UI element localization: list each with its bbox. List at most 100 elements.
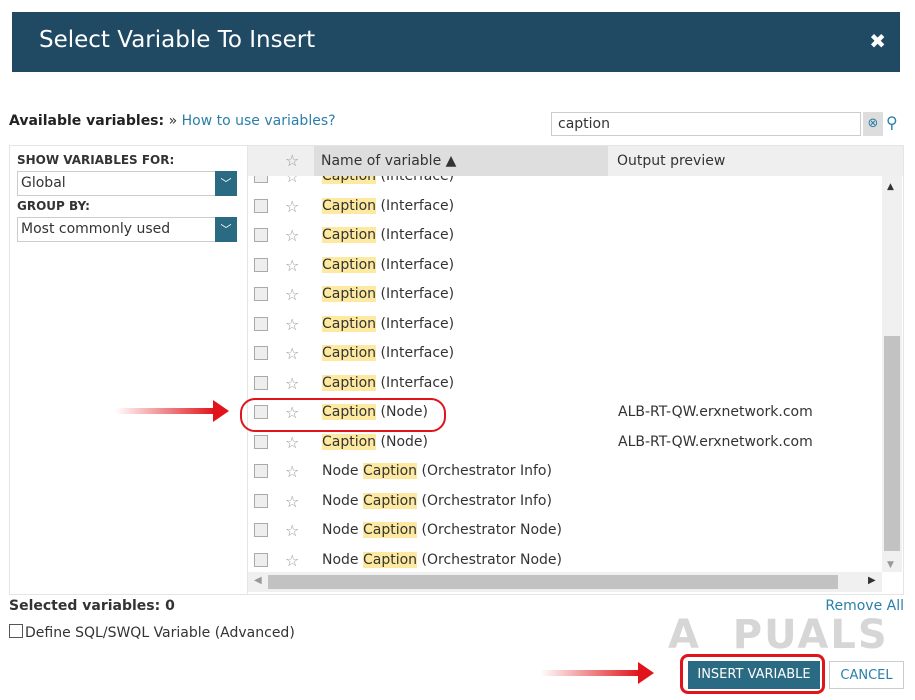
name-suffix: (Orchestrator Info) [417, 492, 552, 509]
star-icon[interactable]: ☆ [285, 487, 299, 517]
table-row[interactable]: ☆ Node Caption (Orchestrator Info) [248, 457, 882, 487]
variable-name: Caption (Interface) [322, 339, 454, 369]
highlight-annotation [680, 654, 825, 694]
table-row[interactable]: ☆ Node Caption (Orchestrator Node) [248, 516, 882, 546]
table-body: ☆ Caption (Interface) ☆ Caption (Interface)… [248, 176, 882, 572]
star-icon[interactable]: ☆ [285, 310, 299, 340]
row-checkbox[interactable] [254, 287, 268, 301]
sql-label: Define SQL/SWQL Variable (Advanced) [25, 625, 295, 641]
variable-name: Node Caption (Orchestrator Node) [322, 546, 562, 573]
row-checkbox[interactable] [254, 198, 268, 213]
cancel-button[interactable]: CANCEL [829, 661, 904, 689]
name-prefix: Node [322, 492, 363, 509]
table-row[interactable]: ☆ Caption (Interface) [248, 339, 882, 369]
star-icon[interactable]: ☆ [285, 146, 299, 176]
star-icon[interactable]: ☆ [285, 280, 299, 310]
show-variables-select[interactable]: Global ﹀ [17, 171, 237, 196]
row-checkbox[interactable] [254, 464, 268, 478]
search-highlight: Caption [322, 345, 377, 361]
row-checkbox[interactable] [254, 434, 268, 449]
table-row[interactable]: ☆ Caption (Interface) [248, 369, 882, 399]
highlight-annotation [240, 398, 446, 432]
search-highlight: Caption [322, 227, 377, 243]
table-row[interactable]: ☆ Node Caption (Orchestrator Node) [248, 546, 882, 573]
search-icon[interactable]: ⚲ [886, 113, 898, 132]
name-prefix: Node [322, 463, 363, 479]
name-suffix: (Orchestrator Node) [417, 551, 563, 568]
table-row[interactable]: ☆ Caption (Interface) [248, 280, 882, 310]
name-suffix: (Node) [376, 433, 428, 450]
row-checkbox[interactable] [254, 176, 268, 183]
star-icon[interactable]: ☆ [285, 251, 299, 281]
star-icon[interactable]: ☆ [285, 176, 299, 192]
search-highlight: Caption [322, 176, 377, 184]
row-checkbox[interactable] [254, 523, 268, 537]
star-icon[interactable]: ☆ [285, 192, 299, 222]
search-highlight: Caption [322, 433, 377, 450]
variables-table: ☆ Name of variable ▲ Output preview ☆ Cap… [247, 145, 904, 595]
search-highlight: Caption [322, 197, 377, 214]
arrow-annotation [540, 662, 654, 684]
table-header: ☆ Name of variable ▲ Output preview [248, 146, 903, 176]
variable-name: Node Caption (Orchestrator Info) [322, 487, 552, 517]
variable-name: Caption (Interface) [322, 251, 454, 281]
name-prefix: Node [322, 522, 363, 538]
search-highlight: Caption [322, 374, 377, 391]
scroll-thumb[interactable] [268, 575, 838, 589]
show-variables-label: SHOW VARIABLES FOR: [17, 153, 175, 167]
checkbox[interactable] [9, 624, 23, 638]
sql-variable-option[interactable]: Define SQL/SWQL Variable (Advanced) [9, 624, 295, 641]
table-row[interactable]: ☆ Caption (Interface) [248, 176, 882, 192]
row-checkbox[interactable] [254, 552, 268, 567]
column-name-header[interactable]: Name of variable ▲ [314, 146, 608, 176]
search-highlight: Caption [322, 256, 377, 273]
variable-name: Caption (Interface) [322, 176, 454, 192]
arrow-annotation [115, 400, 229, 422]
variable-name: Caption (Interface) [322, 369, 454, 399]
table-row[interactable]: ☆ Caption (Interface) [248, 310, 882, 340]
star-icon[interactable]: ☆ [285, 339, 299, 369]
star-icon[interactable]: ☆ [285, 457, 299, 487]
dialog-title: Select Variable To Insert [39, 27, 316, 53]
star-icon[interactable]: ☆ [285, 546, 299, 573]
row-checkbox[interactable] [254, 228, 268, 242]
row-checkbox[interactable] [254, 493, 268, 508]
table-row[interactable]: ☆ Caption (Interface) [248, 192, 882, 222]
column-output-header[interactable]: Output preview [617, 146, 725, 176]
variable-name: Node Caption (Orchestrator Info) [322, 457, 552, 487]
horizontal-scrollbar[interactable]: ◀ ▶ [248, 572, 882, 592]
name-suffix: (Interface) [376, 315, 455, 332]
close-icon[interactable]: ✖ [869, 29, 886, 53]
available-variables: Available variables: » How to use variab… [9, 113, 336, 129]
name-suffix: (Orchestrator Info) [417, 463, 552, 479]
search-highlight: Caption [363, 522, 418, 538]
how-to-link[interactable]: How to use variables? [182, 113, 336, 129]
search-highlight: Caption [363, 463, 418, 479]
dialog-header: Select Variable To Insert ✖ [12, 12, 900, 72]
name-prefix: Node [322, 551, 363, 568]
chevron-down-icon[interactable]: ﹀ [215, 171, 237, 196]
table-row[interactable]: ☆ Caption (Interface) [248, 221, 882, 251]
scroll-thumb[interactable] [884, 336, 900, 551]
star-icon[interactable]: ☆ [285, 369, 299, 399]
chevron-down-icon[interactable]: ﹀ [215, 217, 237, 242]
available-label: Available variables: [9, 113, 165, 129]
variable-name: Caption (Interface) [322, 192, 454, 222]
row-checkbox[interactable] [254, 375, 268, 390]
separator: » [168, 113, 178, 129]
row-checkbox[interactable] [254, 257, 268, 272]
variable-name: Caption (Interface) [322, 280, 454, 310]
filter-panel: SHOW VARIABLES FOR: Global ﹀ GROUP BY: Mo… [9, 145, 247, 595]
vertical-scrollbar[interactable]: ▲ ▼ [882, 176, 902, 572]
table-row[interactable]: ☆ Node Caption (Orchestrator Info) [248, 487, 882, 517]
star-icon[interactable]: ☆ [285, 221, 299, 251]
group-by-select[interactable]: Most commonly used ﹀ [17, 217, 237, 242]
search-highlight: Caption [363, 492, 418, 509]
row-checkbox[interactable] [254, 316, 268, 331]
search-input[interactable]: caption [551, 112, 861, 136]
clear-search-icon[interactable]: ⊗ [863, 112, 883, 136]
row-checkbox[interactable] [254, 346, 268, 360]
table-row[interactable]: ☆ Caption (Interface) [248, 251, 882, 281]
star-icon[interactable]: ☆ [285, 516, 299, 546]
output-preview: ALB-RT-QW.erxnetwork.com [618, 433, 813, 450]
